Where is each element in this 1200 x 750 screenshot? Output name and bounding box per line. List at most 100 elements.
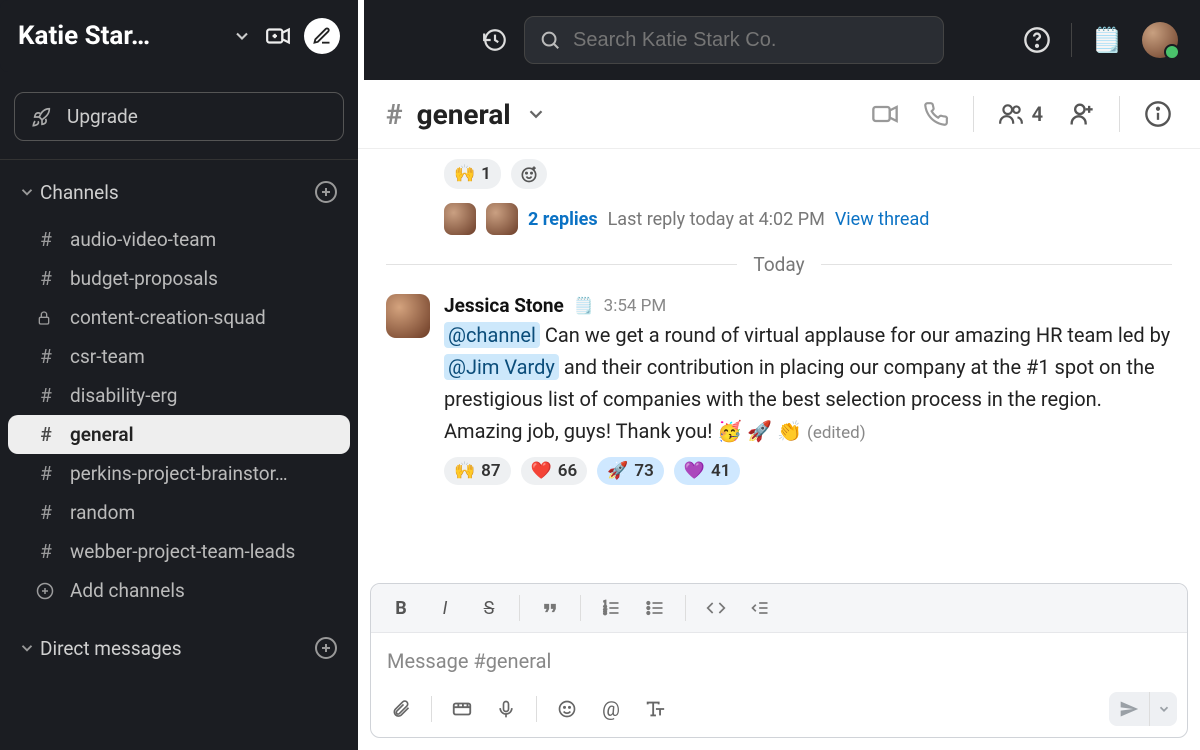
channel-title[interactable]: general	[417, 98, 511, 131]
search-field[interactable]	[524, 16, 944, 64]
hash-icon: #	[36, 540, 56, 563]
main-pane: 🗒️ # general 4 🙌1	[358, 0, 1200, 750]
rocket-icon	[31, 106, 53, 128]
sidebar-channel[interactable]: #audio-video-team	[8, 220, 350, 259]
hash-icon: #	[36, 501, 56, 524]
upgrade-button[interactable]: Upgrade	[14, 92, 344, 141]
workspace-switcher[interactable]: Katie Star…	[0, 0, 358, 72]
codeblock-button[interactable]	[740, 588, 780, 628]
message-time: 3:54 PM	[604, 296, 667, 316]
divider	[0, 159, 358, 160]
code-button[interactable]	[696, 588, 736, 628]
day-divider: Today	[386, 253, 1172, 276]
add-people-icon[interactable]	[1067, 100, 1095, 128]
hash-icon: #	[36, 267, 56, 290]
send-options-button[interactable]	[1149, 692, 1177, 726]
reaction-chip[interactable]: 🙌1	[444, 159, 501, 189]
send-button[interactable]	[1109, 692, 1149, 726]
strike-button[interactable]: S	[469, 588, 509, 628]
view-thread-link[interactable]: View thread	[835, 209, 930, 230]
reaction-chip[interactable]: 🚀73	[597, 457, 664, 485]
formatting-toggle-button[interactable]	[635, 689, 675, 729]
bullet-list-button[interactable]	[635, 588, 675, 628]
hash-icon: #	[36, 462, 56, 485]
sidebar: Katie Star… Upgrade Channels #audio-vide…	[0, 0, 358, 750]
video-clip-button[interactable]	[442, 689, 482, 729]
format-toolbar: B I S 123	[371, 584, 1187, 633]
hash-icon: #	[386, 98, 403, 131]
history-icon[interactable]	[482, 27, 508, 53]
mention-button[interactable]: @	[591, 689, 631, 729]
svg-text:3: 3	[604, 611, 607, 617]
reply-avatar	[486, 203, 518, 235]
dms-section-header[interactable]: Direct messages	[0, 626, 358, 670]
sidebar-channel[interactable]: #webber-project-team-leads	[8, 532, 350, 571]
ordered-list-button[interactable]: 123	[591, 588, 631, 628]
message-composer: B I S 123 Message #general @	[370, 583, 1188, 738]
user-avatar[interactable]	[1142, 22, 1178, 58]
message-avatar[interactable]	[386, 294, 430, 338]
bold-button[interactable]: B	[381, 588, 421, 628]
topbar: 🗒️	[364, 0, 1200, 80]
message: Jessica Stone 🗒️ 3:54 PM @channel Can we…	[386, 294, 1172, 485]
mention-channel[interactable]: @channel	[444, 322, 540, 348]
video-plus-icon[interactable]	[262, 20, 294, 52]
mention-user[interactable]: @Jim Vardy	[444, 354, 559, 380]
video-icon[interactable]	[871, 100, 899, 128]
add-dm-icon[interactable]	[312, 634, 340, 662]
chevron-down-icon	[232, 26, 252, 46]
sidebar-channel[interactable]: #perkins-project-brainstor…	[8, 454, 350, 493]
channels-section-header[interactable]: Channels	[0, 170, 358, 214]
phone-icon[interactable]	[923, 101, 949, 127]
hash-icon: #	[36, 423, 56, 446]
sidebar-channel[interactable]: #budget-proposals	[8, 259, 350, 298]
audio-clip-button[interactable]	[486, 689, 526, 729]
plus-circle-icon	[36, 582, 56, 600]
chevron-down-icon	[18, 639, 40, 657]
lock-icon	[36, 310, 56, 326]
previous-message-tail: 🙌1 2 replies Last reply today at 4:02 PM…	[386, 155, 1172, 235]
channel-header: # general 4	[358, 80, 1200, 149]
chevron-down-icon	[18, 183, 40, 201]
add-channels-button[interactable]: Add channels	[8, 571, 350, 610]
dms-label: Direct messages	[40, 637, 312, 660]
sidebar-channel[interactable]: content-creation-squad	[8, 298, 350, 337]
sidebar-channel-active[interactable]: #general	[8, 415, 350, 454]
member-count[interactable]: 4	[998, 101, 1043, 127]
divider	[580, 595, 581, 621]
hash-icon: #	[36, 228, 56, 251]
italic-button[interactable]: I	[425, 588, 465, 628]
notepad-icon: 🗒️	[574, 296, 594, 315]
emoji-button[interactable]	[547, 689, 587, 729]
divider	[1119, 96, 1120, 132]
sidebar-channel[interactable]: #random	[8, 493, 350, 532]
sidebar-channel[interactable]: #csr-team	[8, 337, 350, 376]
search-icon	[539, 29, 561, 51]
help-icon[interactable]	[1023, 26, 1051, 54]
add-channel-icon[interactable]	[312, 178, 340, 206]
thread-summary[interactable]: 2 replies Last reply today at 4:02 PM Vi…	[444, 203, 1172, 235]
send-button-group	[1109, 692, 1177, 726]
reply-avatar	[444, 203, 476, 235]
info-icon[interactable]	[1144, 100, 1172, 128]
attach-button[interactable]	[381, 689, 421, 729]
search-input[interactable]	[573, 29, 929, 52]
message-author[interactable]: Jessica Stone	[444, 294, 564, 317]
channel-actions: 4	[871, 96, 1172, 132]
divider	[519, 595, 520, 621]
add-reaction-button[interactable]	[511, 159, 547, 189]
workspace-name: Katie Star…	[18, 21, 222, 51]
notepad-icon[interactable]: 🗒️	[1092, 26, 1122, 54]
compose-button[interactable]	[304, 18, 340, 54]
channels-label: Channels	[40, 181, 312, 204]
reaction-chip[interactable]: 💜41	[674, 457, 741, 485]
last-reply-time: Last reply today at 4:02 PM	[608, 209, 825, 230]
sidebar-channel[interactable]: #disability-erg	[8, 376, 350, 415]
composer-input[interactable]: Message #general	[371, 633, 1187, 683]
quote-button[interactable]	[530, 588, 570, 628]
reaction-chip[interactable]: ❤️66	[521, 457, 588, 485]
chevron-down-icon[interactable]	[525, 103, 547, 125]
channel-list: #audio-video-team #budget-proposals cont…	[0, 220, 358, 610]
reaction-chip[interactable]: 🙌87	[444, 457, 511, 485]
replies-count: 2 replies	[528, 209, 598, 230]
